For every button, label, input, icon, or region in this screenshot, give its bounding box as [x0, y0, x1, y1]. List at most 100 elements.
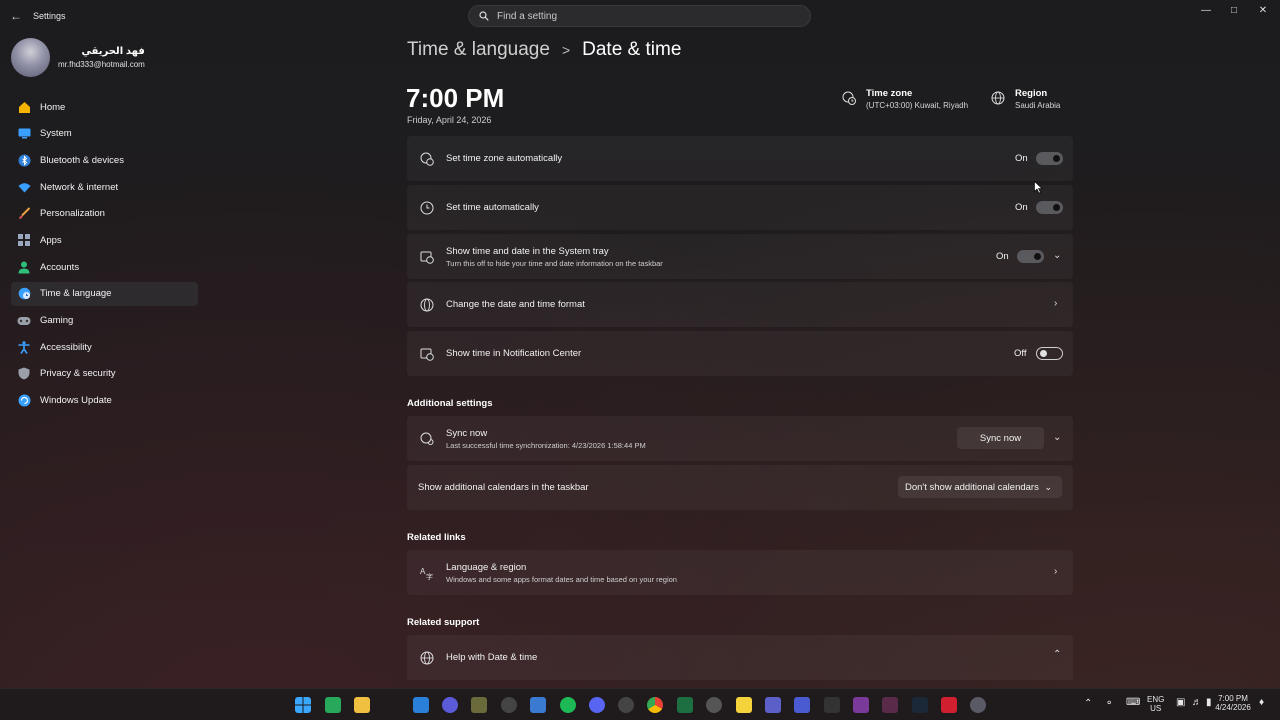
battery-icon[interactable]: ▮	[1206, 697, 1212, 708]
discord-icon[interactable]	[589, 697, 605, 713]
help-date-time-row[interactable]: Help with Date & time ⌃	[407, 635, 1073, 680]
steam-icon[interactable]	[912, 697, 928, 713]
sync-now-label: Sync now	[446, 427, 488, 439]
minimize-icon[interactable]: —	[1199, 5, 1213, 16]
taskbar-date: 4/24/2026	[1215, 703, 1251, 712]
teams-icon[interactable]	[765, 697, 781, 713]
sync-icon	[419, 431, 434, 446]
sidebar-item-windows-update[interactable]: Windows Update	[11, 389, 198, 413]
region-info: Region Saudi Arabia	[991, 88, 1060, 110]
profile[interactable]: فهد الحريقي mr.fhd333@hotmail.com	[11, 38, 145, 77]
additional-calendars-row: Show additional calendars in the taskbar…	[407, 465, 1073, 510]
language-code: ENG	[1147, 695, 1165, 704]
sidebar-item-home[interactable]: Home	[11, 95, 198, 119]
set-time-auto-label: Set time automatically	[446, 202, 539, 213]
settings-icon[interactable]	[970, 697, 986, 713]
set-time-auto-toggle[interactable]	[1036, 201, 1063, 214]
sticky-notes-icon[interactable]	[736, 697, 752, 713]
sidebar-item-gaming[interactable]: Gaming	[11, 309, 198, 333]
set-time-zone-auto-label: Set time zone automatically	[446, 153, 563, 164]
sidebar-item-label: System	[40, 128, 72, 140]
notification-center-time-toggle[interactable]	[1036, 347, 1063, 360]
app-icon-2[interactable]	[794, 697, 810, 713]
sync-now-button[interactable]: Sync now	[957, 427, 1044, 449]
toggle-state-label: Off	[1014, 348, 1027, 359]
globe-icon	[991, 91, 1005, 105]
keyboard-layout: US	[1150, 704, 1162, 713]
date-time-format-row[interactable]: Change the date and time format ›	[407, 282, 1073, 327]
vs-icon[interactable]	[882, 697, 898, 713]
language-region-link[interactable]: A字 Language & region Windows and some ap…	[407, 550, 1073, 595]
minecraft-icon[interactable]	[471, 697, 487, 713]
toggle-state-label: On	[1015, 202, 1028, 213]
chrome-icon[interactable]	[647, 697, 663, 713]
chevron-down-icon: ⌄	[1044, 481, 1052, 492]
time-zone-value: (UTC+03:00) Kuwait, Riyadh	[866, 101, 969, 110]
chevron-right-icon: ›	[1054, 566, 1058, 577]
screen-recorder-icon[interactable]	[941, 697, 957, 713]
system-icon	[17, 127, 31, 141]
help-date-time-label: Help with Date & time	[446, 652, 538, 663]
search-input[interactable]	[497, 10, 797, 22]
sidebar-item-system[interactable]: System	[11, 122, 198, 146]
chevron-down-icon[interactable]: ⌄	[1053, 250, 1061, 261]
chevron-up-icon[interactable]: ⌃	[1084, 698, 1092, 709]
spotify-icon[interactable]	[560, 697, 576, 713]
sidebar-nav: Home System Bluetooth & devices Network …	[11, 95, 198, 415]
mouse-cursor-icon	[1034, 181, 1043, 194]
sidebar-item-bluetooth[interactable]: Bluetooth & devices	[11, 148, 198, 172]
sidebar-item-label: Gaming	[40, 315, 74, 326]
title-bar: ← Settings — □ ✕	[0, 0, 1280, 32]
set-time-zone-auto-toggle[interactable]	[1036, 152, 1063, 165]
back-arrow-icon[interactable]: ←	[10, 9, 22, 23]
close-icon[interactable]: ✕	[1256, 5, 1270, 16]
sidebar-item-label: Windows Update	[40, 395, 112, 407]
sidebar-item-accessibility[interactable]: Accessibility	[11, 335, 198, 359]
sidebar-item-privacy[interactable]: Privacy & security	[11, 362, 198, 386]
taskbar-time: 7:00 PM	[1218, 694, 1248, 703]
toggle-state-label: On	[1015, 153, 1028, 164]
sync-now-row[interactable]: Sync now Last successful time synchroniz…	[407, 416, 1073, 461]
keyboard-icon[interactable]: ⌨	[1126, 697, 1140, 708]
excel-icon[interactable]	[677, 697, 693, 713]
widgets-icon[interactable]	[325, 697, 341, 713]
sidebar-item-personalization[interactable]: Personalization	[11, 202, 198, 226]
volume-icon[interactable]: ♬	[1192, 697, 1202, 708]
windows-start-icon[interactable]	[295, 697, 311, 713]
sidebar-item-accounts[interactable]: Accounts	[11, 255, 198, 279]
dropdown-value: Don't show additional calendars	[905, 481, 1039, 493]
chevron-up-icon[interactable]: ⌃	[1053, 649, 1061, 660]
shield-app-icon[interactable]	[530, 697, 546, 713]
search-box[interactable]	[468, 5, 811, 27]
file-explorer-icon[interactable]	[354, 697, 370, 713]
language-indicator[interactable]: ENG US	[1147, 695, 1164, 713]
sidebar-item-network[interactable]: Network & internet	[11, 175, 198, 199]
game-app-icon[interactable]	[706, 697, 722, 713]
avatar	[11, 38, 50, 77]
microphone-icon[interactable]: ⚬	[1105, 698, 1113, 709]
profile-name: فهد الحريقي	[81, 46, 145, 57]
maximize-icon[interactable]: □	[1227, 5, 1241, 16]
steam-recorder-icon[interactable]	[618, 697, 634, 713]
breadcrumb-parent[interactable]: Time & language	[407, 39, 550, 61]
sidebar-item-apps[interactable]: Apps	[11, 228, 198, 252]
mail-icon[interactable]	[413, 697, 429, 713]
app-icon[interactable]	[442, 697, 458, 713]
set-time-zone-auto-row: Set time zone automatically On	[407, 136, 1073, 181]
gamepad-icon	[17, 314, 31, 328]
system-tray-time-toggle[interactable]	[1017, 250, 1044, 263]
sidebar-item-time-language[interactable]: Time & language	[11, 281, 198, 306]
region-value: Saudi Arabia	[1015, 101, 1061, 110]
taskbar-clock[interactable]: 7:00 PM 4/24/2026	[1214, 694, 1252, 712]
nvidia-icon[interactable]	[824, 697, 840, 713]
breadcrumb: Time & language > Date & time	[407, 39, 681, 61]
bluetooth-icon	[17, 153, 31, 167]
additional-calendars-dropdown[interactable]: Don't show additional calendars ⌄	[898, 476, 1062, 498]
chevron-down-icon[interactable]: ⌄	[1053, 432, 1061, 443]
4k-downloader-icon[interactable]	[501, 697, 517, 713]
system-tray-time-row[interactable]: Show time and date in the System tray Tu…	[407, 234, 1073, 279]
notification-bell-icon[interactable]: ♦	[1259, 697, 1264, 708]
network-icon[interactable]: ▣	[1176, 697, 1185, 708]
winrar-icon[interactable]	[853, 697, 869, 713]
additional-settings-heading: Additional settings	[407, 398, 493, 409]
